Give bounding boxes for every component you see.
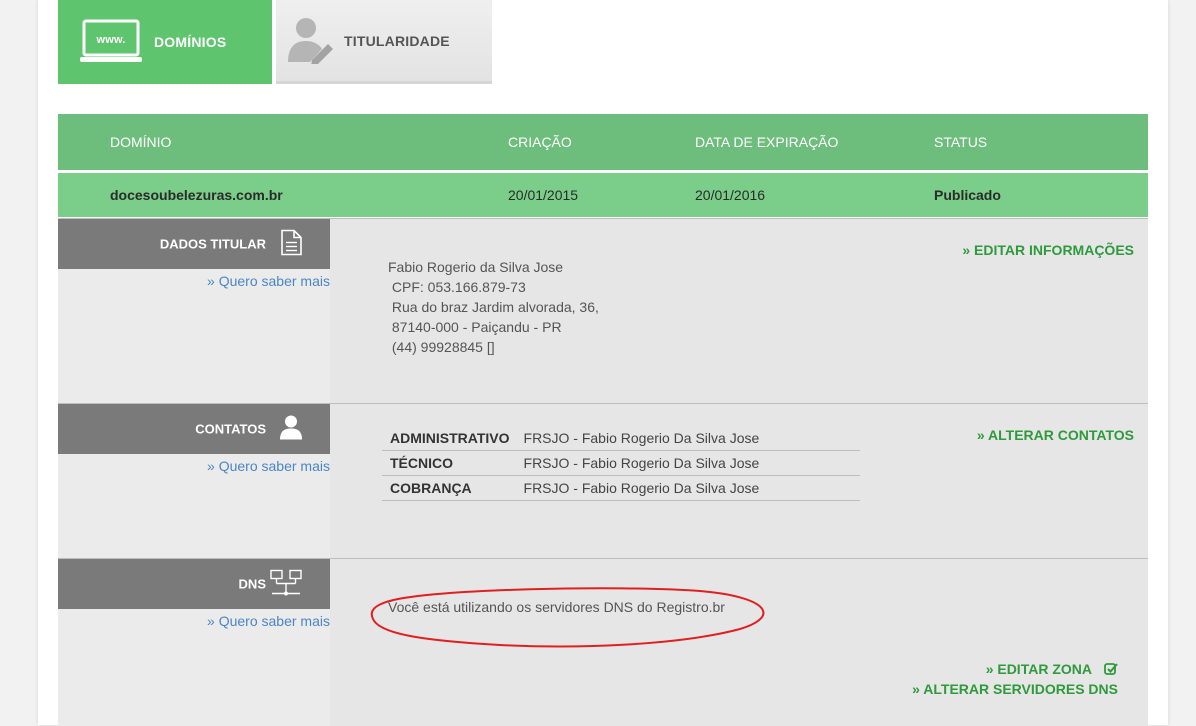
domain-status: Publicado	[934, 187, 1001, 203]
section-dns: DNS » Quero saber mais Você está utiliza…	[58, 558, 1148, 726]
user-edit-icon	[286, 14, 334, 67]
contatos-more-link[interactable]: » Quero saber mais	[207, 458, 330, 474]
page: www. DOMÍNIOS TITULARIDADE DOMÍNIO CRIAÇ…	[38, 0, 1168, 726]
header-dominio: DOMÍNIO	[110, 134, 172, 150]
tab-titularidade-label: TITULARIDADE	[344, 32, 450, 49]
domain-created: 20/01/2015	[508, 187, 579, 203]
titular-phone: (44) 99928845 []	[388, 339, 495, 355]
domain-grid-header: DOMÍNIO CRIAÇÃO DATA DE EXPIRAÇÃO STATUS	[58, 114, 1148, 170]
titular-city: 87140-000 - Paiçandu - PR	[388, 319, 562, 335]
table-row: TÉCNICO FRSJO - Fabio Rogerio Da Silva J…	[382, 450, 860, 476]
document-icon	[280, 229, 302, 259]
contact-role: ADMINISTRATIVO	[382, 426, 516, 451]
alter-contacts-link[interactable]: » ALTERAR CONTATOS	[977, 427, 1134, 443]
tab-titularidade[interactable]: TITULARIDADE	[276, 0, 492, 84]
tab-dominios-label: DOMÍNIOS	[154, 34, 227, 50]
dns-more-link[interactable]: » Quero saber mais	[207, 613, 330, 629]
section-dados-titular: DADOS TITULAR » Quero saber mais Fabio R…	[58, 218, 1148, 404]
domain-row[interactable]: docesoubelezuras.com.br 20/01/2015 20/01…	[58, 173, 1148, 217]
contact-name: FRSJO - Fabio Rogerio Da Silva Jose	[515, 426, 860, 451]
contact-name: FRSJO - Fabio Rogerio Da Silva Jose	[515, 475, 860, 501]
edit-check-icon[interactable]	[1104, 662, 1118, 679]
dns-label: DNS	[58, 559, 330, 609]
table-row: ADMINISTRATIVO FRSJO - Fabio Rogerio Da …	[382, 426, 860, 451]
network-icon	[270, 569, 302, 600]
titular-cpf: CPF: 053.166.879-73	[388, 279, 526, 295]
titular-address: Rua do braz Jardim alvorada, 36,	[388, 299, 599, 315]
tab-dominios[interactable]: www. DOMÍNIOS	[58, 0, 272, 84]
red-annotation-oval	[370, 587, 765, 648]
domain-expires: 20/01/2016	[695, 187, 766, 203]
contacts-table: ADMINISTRATIVO FRSJO - Fabio Rogerio Da …	[382, 426, 860, 501]
contact-role: COBRANÇA	[382, 475, 516, 501]
alter-dns-servers-link[interactable]: » ALTERAR SERVIDORES DNS	[912, 681, 1118, 697]
contact-role: TÉCNICO	[382, 450, 516, 476]
header-status: STATUS	[934, 134, 988, 150]
header-criacao: CRIAÇÃO	[508, 134, 572, 150]
laptop-icon: www.	[80, 19, 142, 66]
section-contatos: CONTATOS » Quero saber mais ADMINISTRATI…	[58, 403, 1148, 559]
dados-titular-title: DADOS TITULAR	[159, 236, 266, 252]
person-icon	[280, 415, 302, 444]
header-data-expiracao: DATA DE EXPIRAÇÃO	[695, 134, 839, 150]
contact-name: FRSJO - Fabio Rogerio Da Silva Jose	[515, 450, 860, 476]
domain-name: docesoubelezuras.com.br	[110, 187, 283, 203]
edit-zone-link[interactable]: » EDITAR ZONA	[986, 661, 1092, 677]
titular-name: Fabio Rogerio da Silva Jose	[388, 259, 564, 275]
contatos-title: CONTATOS	[195, 421, 266, 437]
contatos-label: CONTATOS	[58, 404, 330, 454]
table-row: COBRANÇA FRSJO - Fabio Rogerio Da Silva …	[382, 475, 860, 501]
edit-info-link[interactable]: » EDITAR INFORMAÇÕES	[962, 242, 1134, 258]
dns-message: Você está utilizando os servidores DNS d…	[388, 599, 725, 615]
dados-titular-more-link[interactable]: » Quero saber mais	[207, 273, 330, 289]
dns-title: DNS	[238, 576, 266, 592]
laptop-icon-text: www.	[95, 34, 125, 46]
titular-info: Fabio Rogerio da Silva Jose CPF: 053.166…	[388, 257, 599, 357]
dados-titular-label: DADOS TITULAR	[58, 219, 330, 269]
